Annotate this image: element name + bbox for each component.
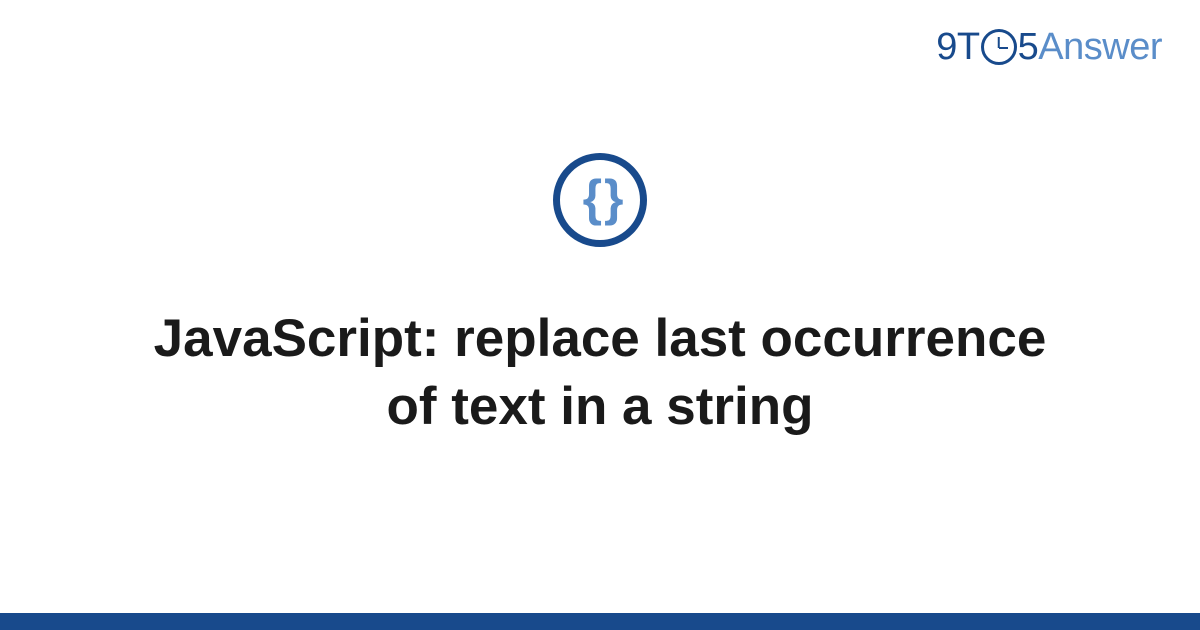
page-title: JavaScript: replace last occurrence of t… — [150, 305, 1050, 441]
footer-accent-bar — [0, 613, 1200, 630]
main-content: { } JavaScript: replace last occurrence … — [0, 0, 1200, 630]
braces-icon: { } — [583, 173, 618, 223]
topic-badge: { } — [553, 153, 647, 247]
